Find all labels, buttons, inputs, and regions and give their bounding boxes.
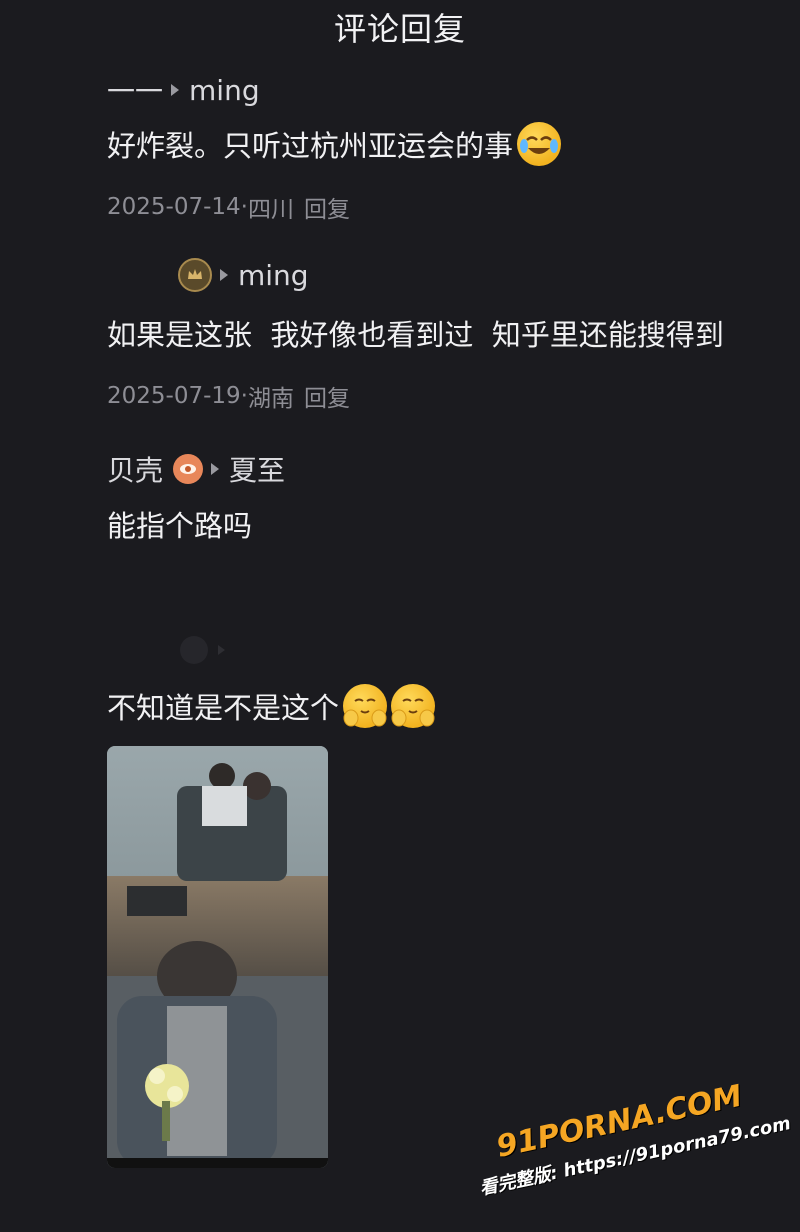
shy-hands-emoji-icon: [391, 684, 436, 728]
comment-location: 湖南: [247, 386, 294, 412]
comment-location: 四川: [247, 197, 294, 223]
meta-separator: ·: [240, 194, 248, 220]
comment-4-text: 不知道是不是这个: [107, 684, 436, 728]
page-title: 评论回复: [333, 10, 466, 48]
reply-arrow-icon: [171, 84, 180, 96]
comment-author[interactable]: 一一: [107, 70, 163, 110]
comment-text: 好炸裂。只听过杭州亚运会的事: [107, 129, 514, 163]
comment-date: 2025-07-19: [107, 383, 241, 409]
avatar[interactable]: [180, 636, 208, 664]
reply-button[interactable]: 回复: [304, 190, 350, 224]
comment-3-author-line[interactable]: 贝壳 夏至: [107, 449, 285, 489]
reply-to-user[interactable]: 夏至: [229, 449, 285, 489]
watermark: 91PORNA.COM 看完整版: https://91porna79.com: [478, 1070, 795, 1200]
comment-1-meta: 2025-07-14 · 四川 回复: [107, 190, 350, 224]
comment-1-author-line[interactable]: 一一 ming: [107, 70, 260, 110]
reply-arrow-icon: [218, 645, 225, 655]
reply-arrow-icon: [211, 463, 220, 475]
reply-arrow-icon: [220, 269, 228, 281]
reply-to-user[interactable]: ming: [189, 74, 260, 107]
comment-2-text: 如果是这张 我好像也看到过 知乎里还能搜得到: [107, 312, 724, 354]
crying-laughing-emoji-icon: [517, 122, 562, 166]
meta-separator: ·: [240, 383, 248, 409]
reply-to-user[interactable]: ming: [238, 259, 309, 292]
comment-text: 能指个路吗: [107, 509, 253, 543]
comment-author[interactable]: 贝壳: [107, 449, 163, 489]
crown-badge-icon[interactable]: [178, 258, 212, 292]
photo-attachment[interactable]: [107, 746, 328, 1168]
reply-button[interactable]: 回复: [304, 379, 350, 413]
comment-text: 如果是这张 我好像也看到过 知乎里还能搜得到: [107, 318, 724, 352]
comment-1-text: 好炸裂。只听过杭州亚运会的事: [107, 122, 562, 166]
comment-2-author-line[interactable]: ming: [178, 258, 309, 292]
eye-badge-icon[interactable]: [173, 454, 204, 484]
shy-hands-emoji-icon: [343, 684, 388, 728]
comment-reply-page: 评论回复 一一 ming 好炸裂。只听过杭州亚运会的事 2025-07-14 ·…: [0, 0, 800, 1232]
comment-date: 2025-07-14: [107, 194, 241, 220]
comment-2-meta: 2025-07-19 · 湖南 回复: [107, 379, 350, 413]
comment-3-text: 能指个路吗: [107, 503, 252, 545]
comment-text: 不知道是不是这个: [107, 691, 340, 725]
